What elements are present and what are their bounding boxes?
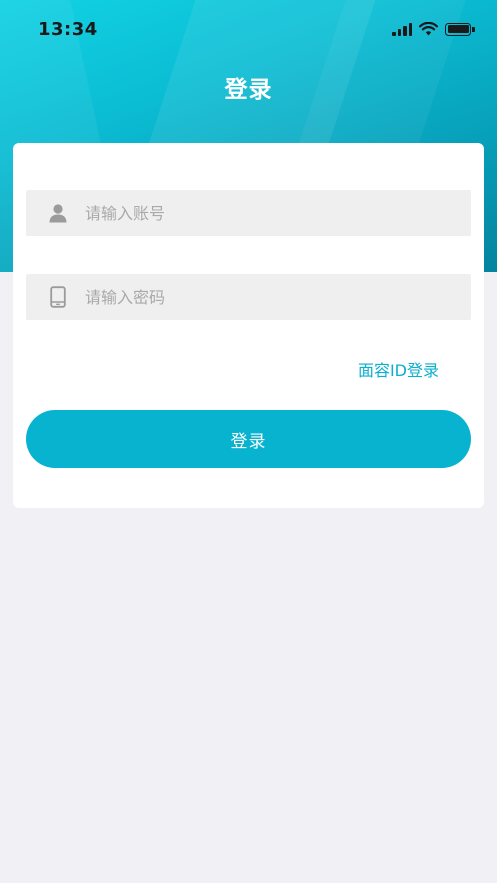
page-title: 登录 — [224, 77, 273, 103]
battery-icon — [445, 22, 475, 36]
wifi-icon — [419, 22, 438, 36]
login-button[interactable]: 登录 — [26, 410, 471, 468]
cellular-signal-icon — [392, 22, 412, 36]
password-field[interactable] — [26, 274, 471, 320]
status-time: 13:34 — [38, 18, 98, 40]
user-icon — [43, 190, 73, 236]
password-input[interactable] — [73, 274, 471, 320]
status-bar: 13:34 — [0, 0, 497, 58]
account-input[interactable] — [73, 190, 471, 236]
phone-icon — [43, 274, 73, 320]
account-field[interactable] — [26, 190, 471, 236]
status-indicators — [392, 22, 475, 36]
face-id-login-link[interactable]: 面容ID登录 — [358, 357, 439, 381]
login-screen: 13:34 登录 请输入账号 面容ID登录 登录 — [0, 0, 497, 883]
login-card: 面容ID登录 登录 — [13, 143, 484, 508]
